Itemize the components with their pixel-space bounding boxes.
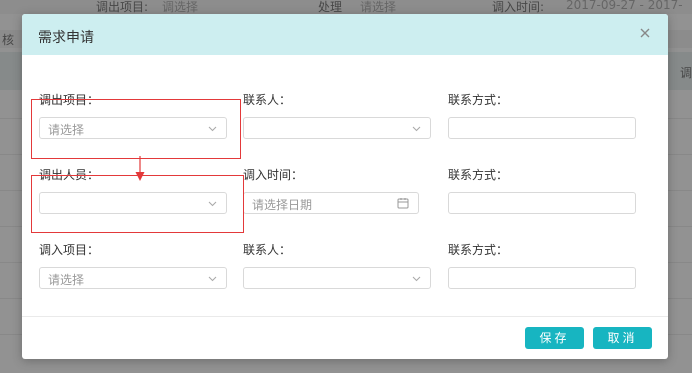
calendar-icon xyxy=(397,198,409,209)
chevron-down-icon xyxy=(412,126,421,132)
annotation-highlight-box xyxy=(31,175,244,233)
contact-person-label-1: 联系人： xyxy=(243,93,292,107)
contact-method-input-1[interactable] xyxy=(448,117,636,139)
chevron-down-icon xyxy=(208,276,217,282)
contact-method-input-3[interactable] xyxy=(448,267,636,289)
chevron-down-icon xyxy=(412,276,421,282)
transfer-in-project-select[interactable]: 请选择 xyxy=(39,267,227,289)
transfer-in-project-label: 调入项目： xyxy=(39,243,100,257)
annotation-highlight-box xyxy=(31,99,241,159)
footer-divider xyxy=(22,316,668,317)
transfer-in-date-picker[interactable]: 请选择日期 xyxy=(243,192,419,214)
select-placeholder: 请选择 xyxy=(48,273,85,287)
save-button[interactable]: 保存 xyxy=(525,327,584,349)
contact-person-select-1[interactable] xyxy=(243,117,431,139)
transfer-in-time-label: 调入时间： xyxy=(243,168,304,182)
dialog-header: 需求申请 xyxy=(22,14,668,55)
cancel-button[interactable]: 取消 xyxy=(593,327,652,349)
dialog-title: 需求申请 xyxy=(38,30,94,46)
date-placeholder: 请选择日期 xyxy=(252,198,313,212)
contact-person-label-3: 联系人： xyxy=(243,243,292,257)
annotation-arrow-icon xyxy=(135,156,145,181)
contact-method-label-2: 联系方式： xyxy=(448,168,509,182)
contact-method-label-1: 联系方式： xyxy=(448,93,509,107)
contact-method-input-2[interactable] xyxy=(448,192,636,214)
close-icon[interactable] xyxy=(638,26,652,40)
contact-person-select-3[interactable] xyxy=(243,267,431,289)
contact-method-label-3: 联系方式： xyxy=(448,243,509,257)
